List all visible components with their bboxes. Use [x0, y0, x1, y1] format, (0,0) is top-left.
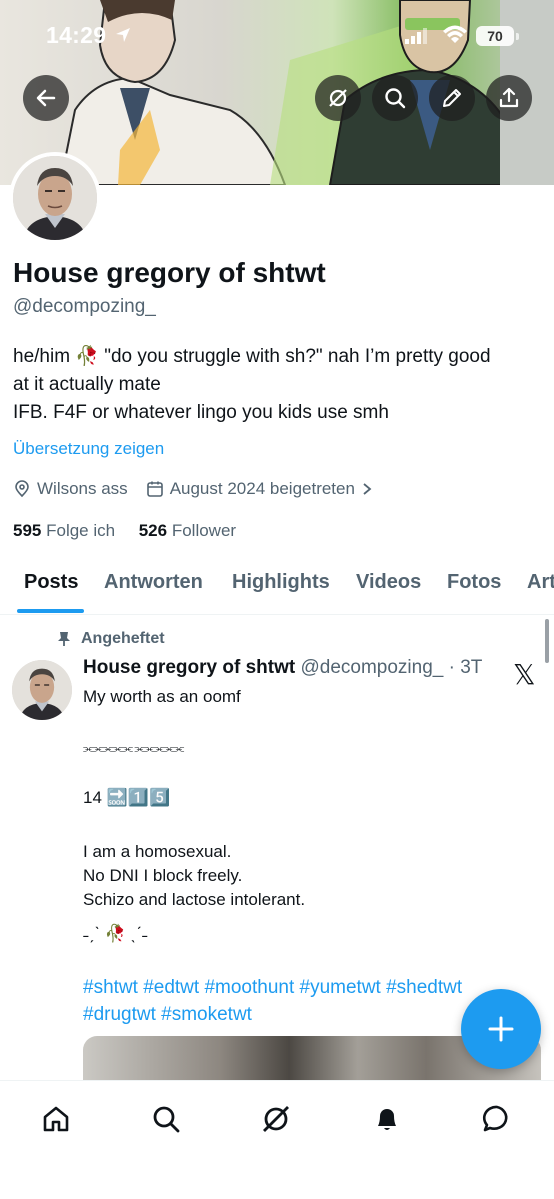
nav-search[interactable] [146, 1099, 186, 1139]
battery-indicator: 70 [476, 26, 514, 46]
joined-text: August 2024 beigetreten [169, 479, 355, 498]
nav-grok[interactable] [256, 1099, 296, 1139]
chat-icon [482, 1105, 508, 1132]
post-author-avatar[interactable] [12, 660, 72, 720]
followers-link[interactable]: 526 Follower [139, 521, 236, 540]
profile-bio: he/him 🥀 "do you struggle with sh?" nah … [13, 343, 543, 427]
post-line: My worth as an oomf [83, 687, 241, 706]
post-line: 14 🔜1️⃣5️⃣ [83, 788, 171, 807]
pinned-indicator: Angeheftet [57, 630, 165, 648]
tab-highlights[interactable]: Highlights [232, 571, 330, 594]
edit-button[interactable] [429, 75, 475, 121]
status-time: 14:29 [46, 22, 107, 48]
profile-location: Wilsons ass [13, 479, 128, 499]
avatar-image [12, 660, 72, 720]
arrow-left-icon [36, 89, 56, 107]
wifi-icon [442, 25, 468, 50]
compose-button[interactable] [461, 989, 541, 1069]
avatar-image [13, 156, 97, 240]
bio-line: at it actually mate [13, 374, 161, 395]
followers-count: 526 [138, 521, 168, 540]
grok-button[interactable] [315, 75, 361, 121]
follow-stats: 595 Folge ich 526 Follower [13, 521, 236, 541]
profile-name: House gregory of shtwt [13, 257, 326, 288]
tab-photos[interactable]: Fotos [447, 571, 501, 594]
nav-notifications[interactable] [367, 1099, 407, 1139]
pin-icon [58, 632, 70, 646]
search-button[interactable] [372, 75, 418, 121]
profile-tabs: Posts Antworten Highlights Videos Fotos … [0, 560, 554, 615]
battery-tip [516, 33, 519, 40]
signal-icon [405, 28, 431, 49]
calendar-icon [146, 481, 163, 497]
bell-icon [378, 1109, 396, 1130]
bio-line: he/him 🥀 "do you struggle with sh?" nah … [13, 346, 491, 367]
profile-meta: Wilsons ass August 2024 beigetreten [13, 479, 391, 499]
location-arrow-icon [114, 26, 132, 49]
scrollbar[interactable] [545, 619, 549, 663]
active-tab-indicator [17, 609, 84, 613]
chevron-right-icon [363, 483, 372, 495]
search-icon [385, 88, 406, 109]
bio-line: IFB. F4F or whatever lingo you kids use … [13, 402, 389, 423]
nav-home[interactable] [36, 1099, 76, 1139]
search-icon [153, 1106, 180, 1133]
following-count: 595 [13, 521, 42, 540]
pinned-label: Angeheftet [81, 630, 165, 647]
followers-label: Follower [171, 521, 237, 540]
post-line: No DNI I block freely. [83, 866, 243, 885]
plus-icon [488, 1016, 514, 1042]
location-text: Wilsons ass [37, 479, 128, 498]
post-header: House gregory of shtwt @decompozing_ · 3… [83, 657, 482, 679]
nav-messages[interactable] [477, 1099, 517, 1139]
tab-replies[interactable]: Antworten [104, 571, 203, 594]
pencil-icon [443, 89, 461, 107]
following-label: Folge ich [46, 521, 116, 540]
grok-icon [263, 1106, 289, 1132]
location-pin-icon [15, 480, 29, 498]
share-icon [499, 87, 519, 108]
home-icon [43, 1106, 69, 1132]
tab-articles[interactable]: Art [527, 571, 554, 594]
post-line-decoration: ˗ˏˋ 🥀 ˎˊ˗ [83, 924, 148, 943]
post-line: I am a homosexual. [83, 842, 232, 861]
back-button[interactable] [23, 75, 69, 121]
post-author-handle: @decompozing_ [300, 657, 444, 678]
post-age: · 3T [448, 657, 483, 678]
x-logo-icon: 𝕏 [513, 658, 536, 691]
post-author-name[interactable]: House gregory of shtwt [83, 657, 295, 678]
grok-icon [329, 89, 347, 107]
profile-handle: @decompozing_ [13, 296, 156, 317]
translate-link[interactable]: Übersetzung zeigen [13, 439, 164, 459]
profile-joined[interactable]: August 2024 beigetreten [146, 479, 373, 499]
tab-posts[interactable]: Posts [24, 571, 78, 594]
following-link[interactable]: 595 Folge ich [13, 521, 115, 540]
post-line: Schizo and lactose intolerant. [83, 890, 306, 909]
post-line-divider: ⫘⫘⫘⫘⫘ ⫘⫘⫘⫘⫘ [83, 741, 184, 755]
status-bar: 14:29 70 [0, 22, 554, 52]
share-button[interactable] [486, 75, 532, 121]
profile-avatar[interactable] [9, 152, 101, 244]
bottom-navigation [0, 1080, 554, 1199]
tab-videos[interactable]: Videos [356, 571, 421, 594]
